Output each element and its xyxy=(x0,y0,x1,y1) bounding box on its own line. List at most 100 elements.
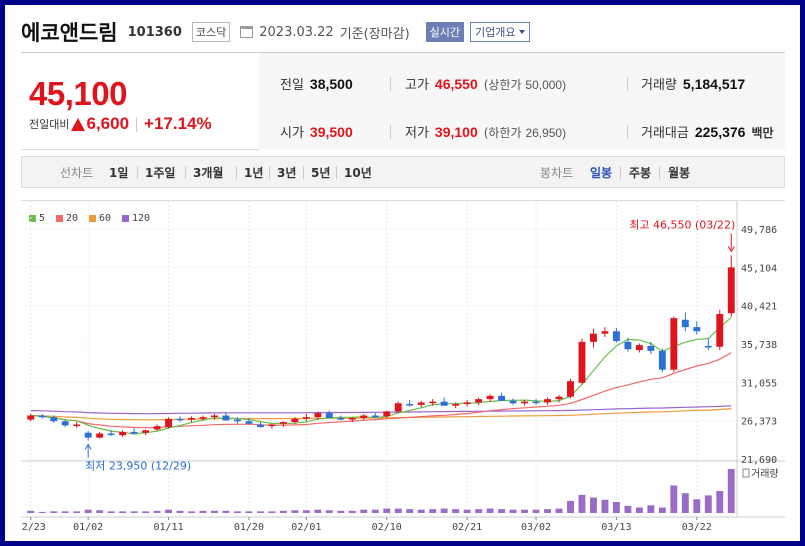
realtime-button[interactable]: 실시간 xyxy=(425,22,465,42)
volume-bar xyxy=(84,509,92,513)
period-3y[interactable]: 3년 xyxy=(277,164,296,181)
divider xyxy=(390,125,391,139)
candle-body xyxy=(704,345,712,348)
stat-amount-unit: 백만 xyxy=(751,126,774,140)
volume-bar xyxy=(429,509,437,513)
candle-body xyxy=(291,418,299,423)
candle-body xyxy=(452,404,460,406)
volume-bar xyxy=(498,509,506,513)
stat-low-label: 저가 xyxy=(405,126,429,141)
candle-body xyxy=(624,341,632,350)
candle-body xyxy=(429,401,437,404)
volume-bar xyxy=(658,507,666,513)
candle-body xyxy=(245,421,253,424)
candle-daily[interactable]: 일봉 xyxy=(590,164,612,181)
candle-body xyxy=(27,415,35,420)
candle-body xyxy=(635,345,643,351)
candle-body xyxy=(302,417,310,419)
volume-bar xyxy=(383,508,391,513)
stat-upper-label: (상한가 xyxy=(483,78,522,92)
period-10y[interactable]: 10년 xyxy=(344,164,372,181)
candle-body xyxy=(658,350,666,370)
x-tick-label: 01/20 xyxy=(234,522,264,531)
y-tick-label: 31,055 xyxy=(741,378,777,389)
stat-low-value: 39,100 xyxy=(434,124,478,140)
candle-chart-label: 봉차트 xyxy=(540,166,574,180)
divider xyxy=(136,116,138,132)
candle-body xyxy=(727,267,735,314)
volume-bar xyxy=(693,499,701,513)
period-1d[interactable]: 1일 xyxy=(109,164,128,181)
period-5y[interactable]: 5년 xyxy=(311,164,330,181)
stat-prev: 전일 38,500 xyxy=(280,74,353,93)
volume-bar xyxy=(509,509,517,513)
high-annotation: 최고 46,550 (03/22) xyxy=(629,218,735,231)
divider xyxy=(390,77,391,91)
divider xyxy=(336,166,337,179)
volume-bar xyxy=(211,510,218,513)
volume-bar xyxy=(647,505,655,513)
volume-bar xyxy=(681,493,689,513)
stat-volume-label: 거래량 xyxy=(641,78,677,93)
candle-weekly[interactable]: 주봉 xyxy=(629,164,651,181)
candle-body xyxy=(693,327,701,332)
y-tick-label: 49,786 xyxy=(741,225,777,236)
volume-bar xyxy=(199,510,207,513)
y-tick-label: 21,690 xyxy=(741,455,777,466)
volume-bar xyxy=(130,511,138,513)
company-info-dropdown[interactable]: 기업개요 xyxy=(470,22,530,42)
candle-body xyxy=(486,395,494,400)
candle-body xyxy=(211,415,218,418)
divider xyxy=(659,166,660,179)
x-tick-label: 02/10 xyxy=(372,522,402,531)
volume-bar xyxy=(601,499,609,513)
divider xyxy=(627,77,628,91)
period-1y[interactable]: 1년 xyxy=(244,164,263,181)
price-chart[interactable]: 5 20 60 120 49,786 45,104 40,421 35,738 31,0… xyxy=(21,200,785,531)
divider xyxy=(236,166,237,179)
stat-open-value: 39,500 xyxy=(309,124,353,140)
up-arrow-icon xyxy=(71,117,86,131)
y-tick-label: 45,104 xyxy=(741,263,777,274)
period-1w[interactable]: 1주일 xyxy=(145,164,175,181)
stat-high-value: 46,550 xyxy=(434,76,478,92)
volume-bar xyxy=(119,511,127,513)
x-tick-label: 03/02 xyxy=(521,522,551,531)
divider xyxy=(185,166,186,179)
candle-body xyxy=(142,430,150,433)
candle-body xyxy=(716,314,724,347)
volume-bar xyxy=(635,507,643,513)
stat-open-label: 시가 xyxy=(280,126,304,141)
volume-bar xyxy=(360,509,368,513)
candle-body xyxy=(383,411,391,417)
candle-body xyxy=(544,399,551,403)
candle-body xyxy=(555,396,563,400)
candle-body xyxy=(234,419,241,422)
x-tick-label: 12/23 xyxy=(21,522,46,531)
candle-body xyxy=(681,319,689,328)
volume-bar xyxy=(716,491,724,513)
candle-monthly[interactable]: 월봉 xyxy=(668,164,690,181)
volume-bar xyxy=(302,510,310,513)
stat-lower-label: (하한가 xyxy=(483,126,522,140)
candle-body xyxy=(176,418,184,421)
candle-body xyxy=(463,402,471,405)
volume-bar xyxy=(417,509,425,513)
volume-bar xyxy=(371,509,379,513)
volume-bar xyxy=(314,509,322,513)
y-tick-label: 40,421 xyxy=(741,302,777,313)
stock-name: 에코앤드림 xyxy=(21,21,118,45)
y-tick-label: 35,738 xyxy=(741,340,777,351)
price-summary: 45,100 전일대비 6,600 +17.14% 전일 38,500 고가 4… xyxy=(21,52,785,150)
volume-bar xyxy=(475,509,483,513)
stat-volume: 거래량 5,184,517 xyxy=(641,74,745,93)
current-price: 45,100 xyxy=(29,75,127,112)
candle-body xyxy=(670,318,678,370)
volume-bar xyxy=(234,511,241,513)
candle-body xyxy=(394,403,402,412)
line-chart-label: 선차트 xyxy=(60,166,94,180)
candle-body xyxy=(268,424,276,427)
period-3m[interactable]: 3개월 xyxy=(193,164,223,181)
price-change: 전일대비 6,600 +17.14% xyxy=(29,114,212,134)
stat-amount-label: 거래대금 xyxy=(641,126,689,141)
